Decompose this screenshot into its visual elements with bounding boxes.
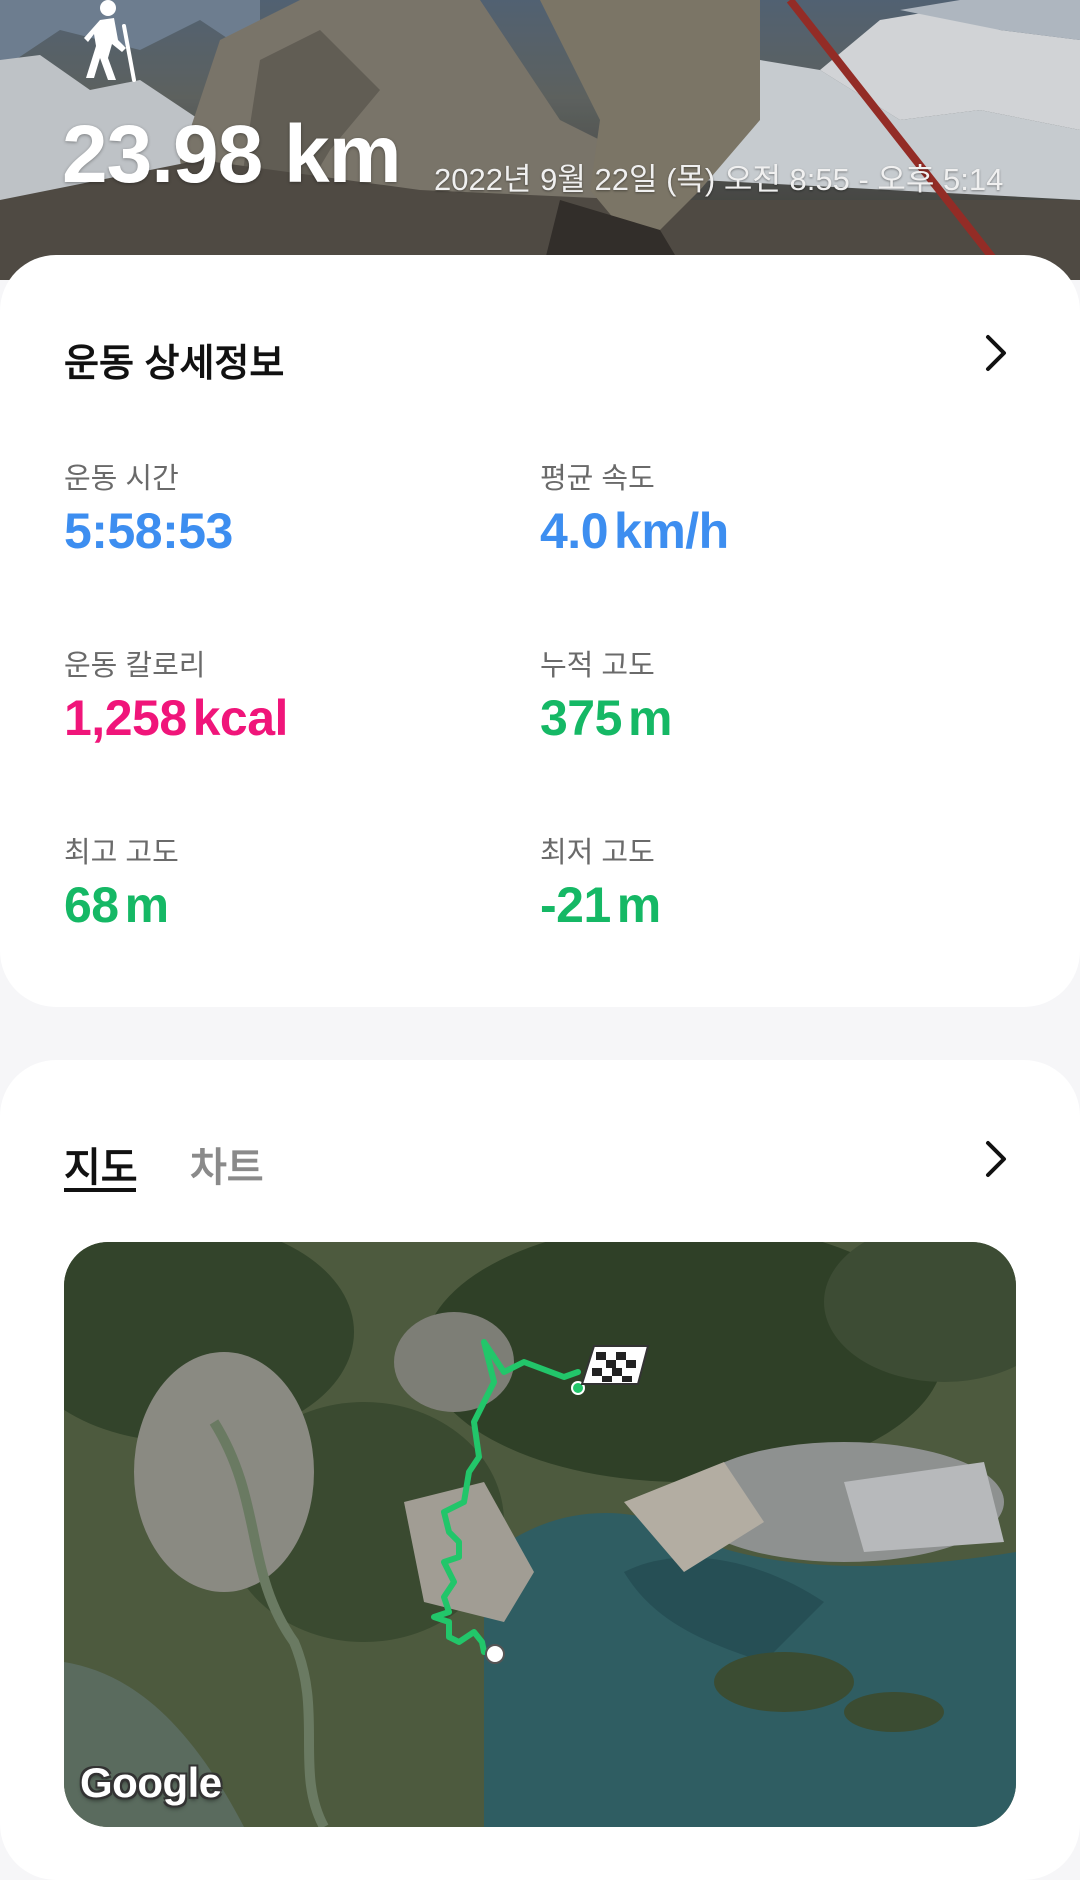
hiking-icon: [84, 0, 136, 82]
stat-value-calories: 1,258 kcal: [64, 690, 288, 746]
hero-banner: 23.98 km 2022년 9월 22일 (목) 오전 8:55 - 오후 5…: [0, 0, 1080, 280]
stat-value-elevation-gain: 375 m: [540, 690, 672, 746]
details-title: 운동 상세정보: [64, 343, 285, 385]
stat-label-elevation-gain: 누적 고도: [540, 650, 655, 682]
tab-map[interactable]: 지도: [64, 1135, 138, 1193]
chevron-right-icon[interactable]: [980, 1139, 1012, 1179]
stat-label-max-altitude: 최고 고도: [64, 837, 179, 869]
active-tab-indicator: [64, 1188, 136, 1192]
workout-datetime: 2022년 9월 22일 (목) 오전 8:55 - 오후 5:14: [434, 162, 1004, 197]
chevron-right-icon[interactable]: [980, 333, 1012, 373]
tab-chart[interactable]: 차트: [190, 1135, 264, 1193]
stat-label-min-altitude: 최저 고도: [540, 837, 655, 869]
stat-label-calories: 운동 칼로리: [64, 650, 206, 682]
stat-label-avg-speed: 평균 속도: [540, 463, 655, 495]
stat-value-min-altitude: -21 m: [540, 877, 661, 933]
total-distance: 23.98 km: [62, 109, 401, 200]
start-dot-icon: [485, 1644, 505, 1664]
route-map[interactable]: Google: [64, 1242, 1016, 1827]
stat-value-max-altitude: 68 m: [64, 877, 169, 933]
stat-value-duration: 5:58:53: [64, 503, 233, 559]
stat-label-duration: 운동 시간: [64, 463, 179, 495]
google-logo: Google: [80, 1759, 222, 1806]
stat-value-avg-speed: 4.0 km/h: [540, 503, 729, 559]
satellite-map: [64, 1242, 1016, 1827]
